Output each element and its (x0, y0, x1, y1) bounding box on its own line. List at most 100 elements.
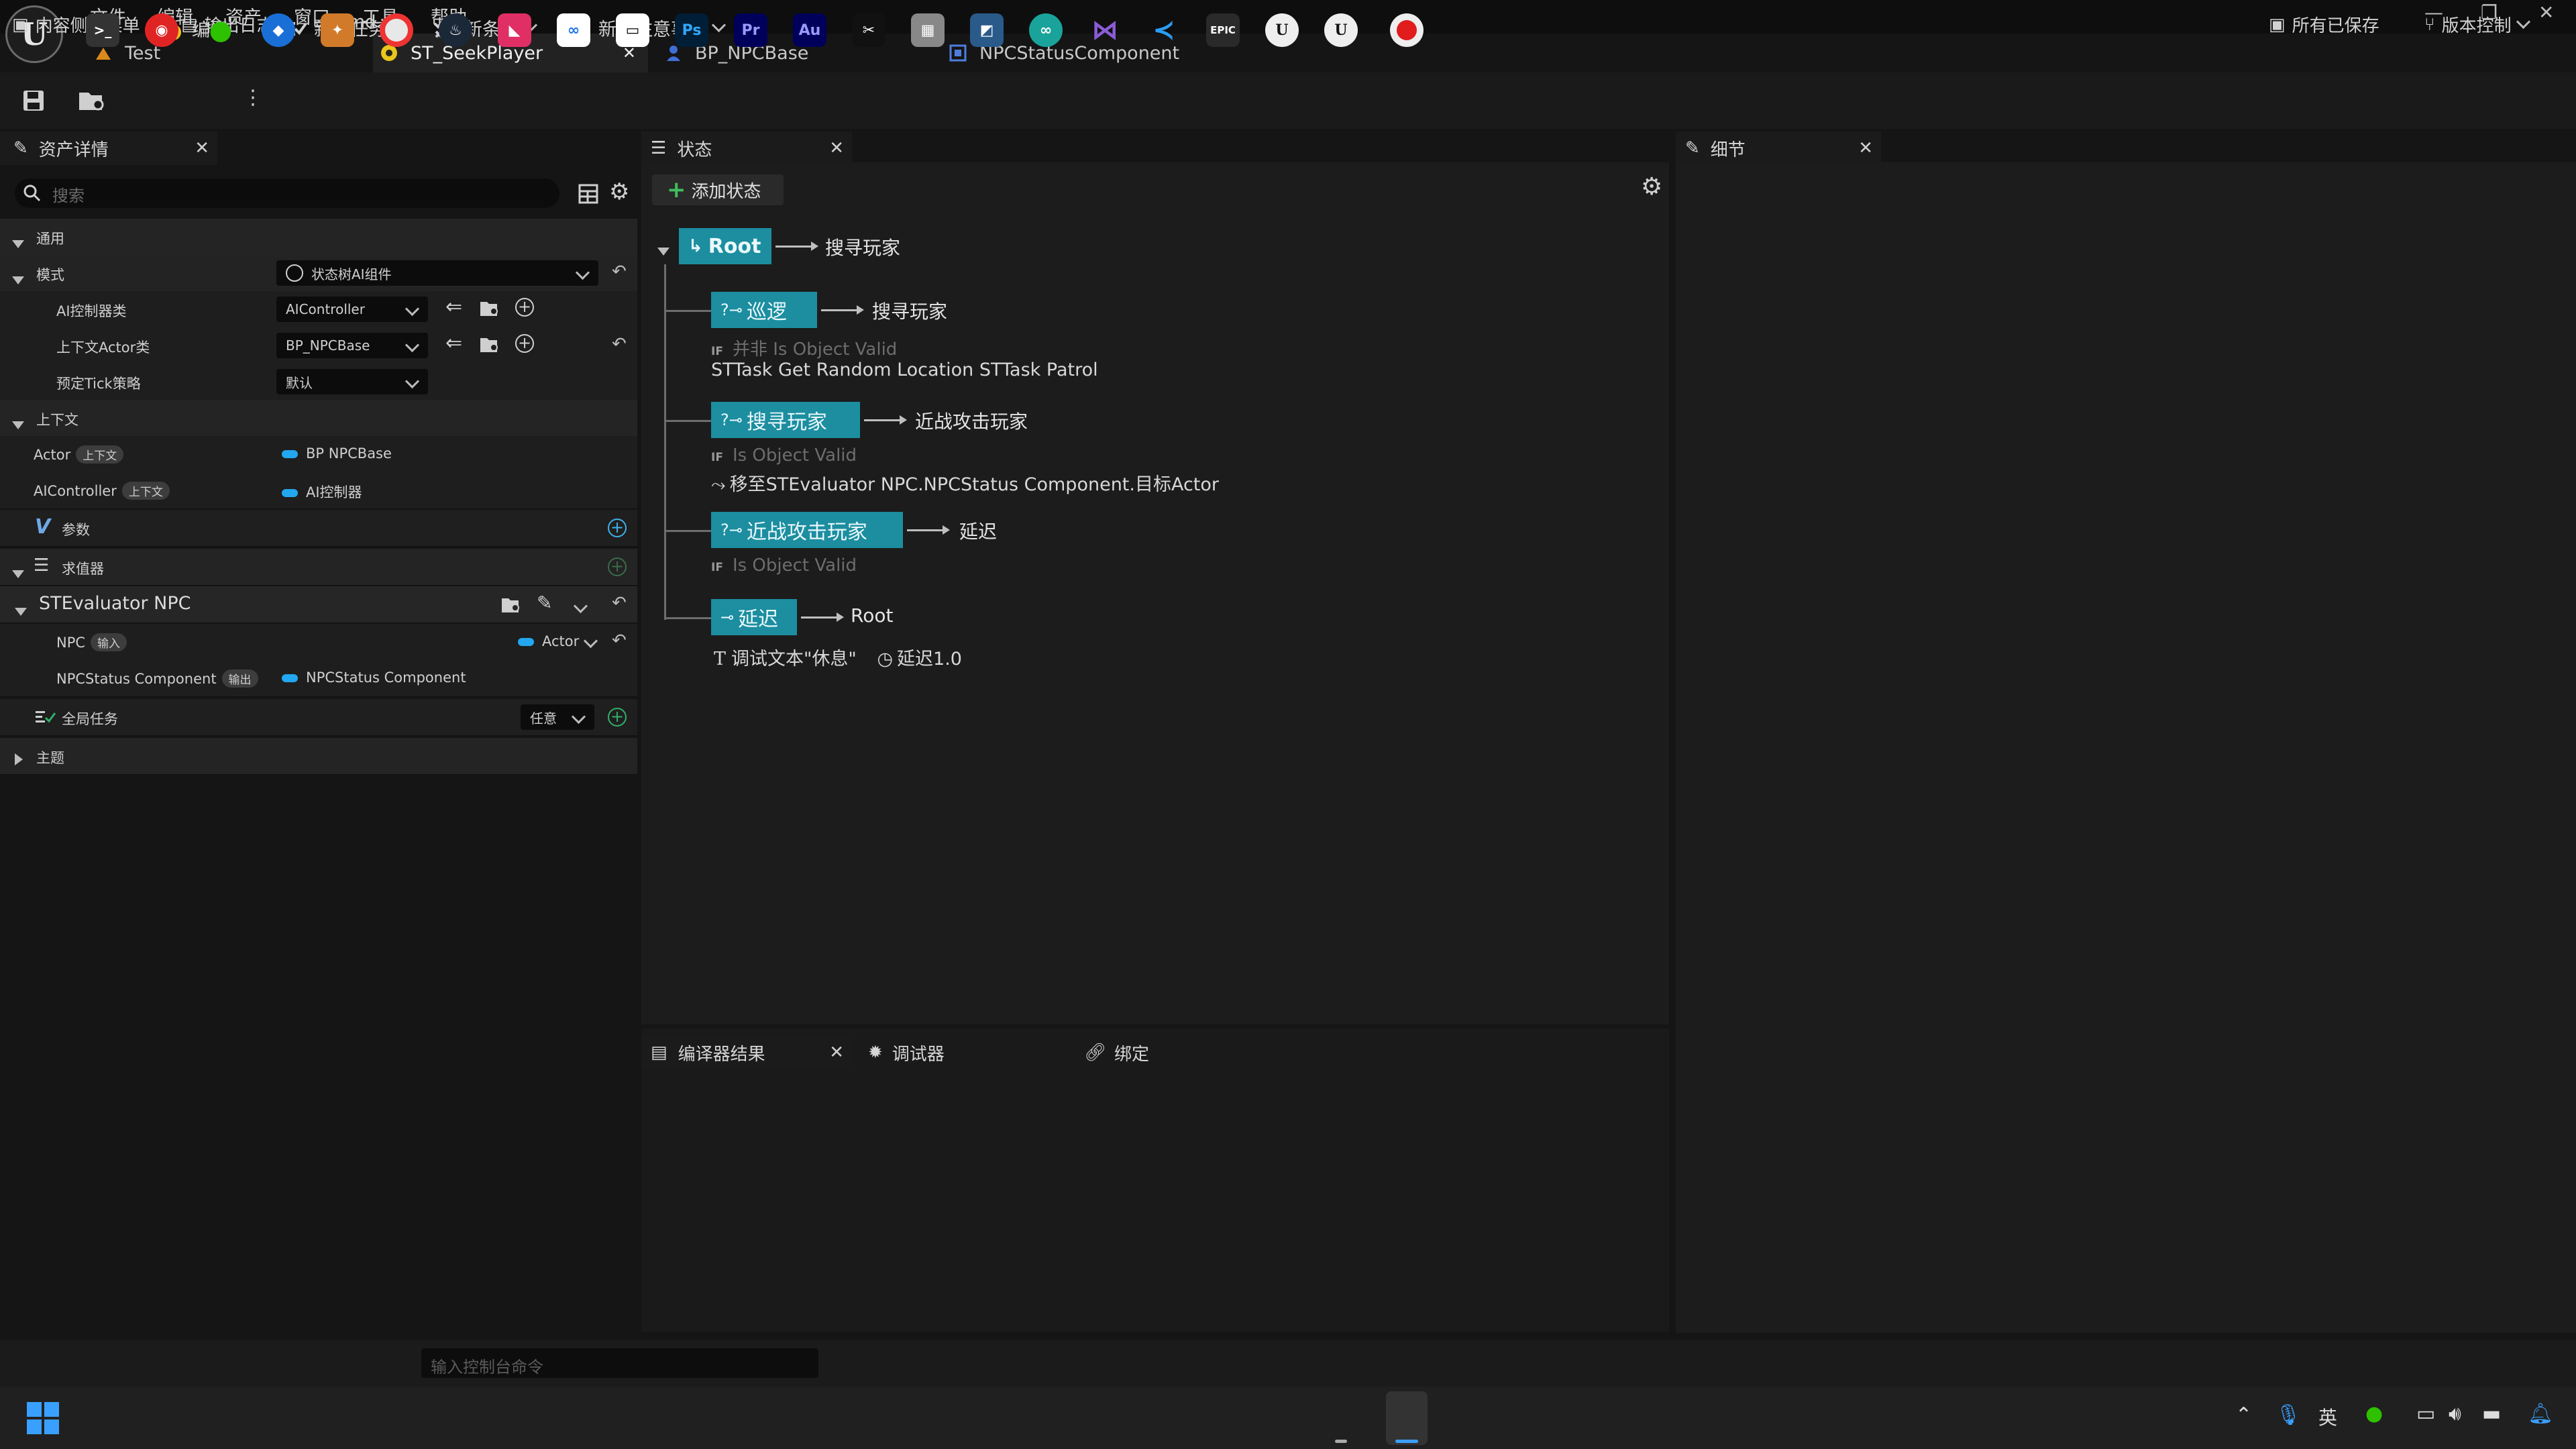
mode-dropdown[interactable]: 状态树AI组件 (276, 260, 598, 286)
add-evaluator-icon[interactable]: + (608, 557, 627, 576)
tray-expand-icon[interactable]: ⌃ (2235, 1403, 2252, 1427)
content-drawer-button[interactable]: ▣ 内容侧滑菜单 (12, 12, 140, 37)
vscode-icon[interactable]: ≺ (1147, 13, 1181, 47)
close-tab-icon[interactable]: ✕ (1858, 138, 1873, 158)
details-tab[interactable]: ✎ 细节 ✕ (1676, 131, 1881, 165)
jetbrains-icon[interactable]: ◣ (498, 13, 531, 47)
category-general[interactable]: 通用 (0, 219, 637, 256)
unreal-editor-icon[interactable]: U (1324, 13, 1358, 47)
visual-studio-icon[interactable]: ⋈ (1088, 13, 1122, 47)
windows-start-icon[interactable] (27, 1402, 59, 1434)
microphone-icon[interactable]: 🎙︎ (2275, 1403, 2301, 1427)
state-node-patrol-label: 巡逻 (746, 301, 787, 324)
audition-icon[interactable]: Au (793, 13, 826, 47)
battery-icon[interactable]: ▬ (2482, 1402, 2501, 1426)
add-parameter-icon[interactable]: + (608, 519, 627, 537)
collapse-root-icon[interactable] (657, 248, 669, 256)
browse-folder-icon[interactable] (500, 596, 522, 614)
add-icon[interactable]: + (515, 298, 534, 317)
context-pill: 上下文 (76, 445, 124, 464)
capcut-icon[interactable]: ✂ (852, 13, 885, 47)
evaluators-row[interactable]: ☰ 求值器 + (0, 549, 637, 586)
state-tab[interactable]: ☰ 状态 ✕ (641, 131, 852, 165)
app-window-icon[interactable]: ▭ (616, 13, 649, 47)
chat-app-icon[interactable]: ◆ (262, 13, 295, 47)
browse-folder-icon[interactable] (479, 335, 500, 354)
add-global-task-icon[interactable]: + (608, 708, 627, 727)
record-icon[interactable] (1390, 13, 1424, 47)
close-tab-icon[interactable]: ✕ (829, 1042, 844, 1063)
wechat-tray-icon[interactable]: ● (2365, 1402, 2383, 1426)
state-node-delay[interactable]: ⊸ 延迟 (711, 599, 797, 635)
netease-music-icon[interactable]: ◉ (145, 13, 178, 47)
media-app-icon[interactable]: ✦ (321, 13, 354, 47)
global-tasks-row[interactable]: 全局任务 任意 + (0, 699, 637, 736)
reset-icon[interactable]: ↶ (612, 262, 627, 282)
reset-icon[interactable]: ↶ (612, 334, 627, 354)
meta-icon[interactable]: ∞ (557, 13, 590, 47)
ai-controller-class-value: AIController (286, 301, 365, 317)
state-node-seek-player[interactable]: ?⊸ 搜寻玩家 (711, 402, 860, 438)
parameters-row[interactable]: V 参数 + (0, 510, 637, 547)
premiere-icon[interactable]: Pr (734, 13, 767, 47)
network-icon[interactable]: ▭ (2416, 1402, 2435, 1426)
add-icon[interactable]: + (515, 334, 534, 353)
terminal-icon[interactable]: >_ (86, 13, 119, 47)
notification-bell-icon[interactable]: 🔔︎ (2528, 1402, 2553, 1426)
calculator-icon[interactable]: ▦ (911, 13, 945, 47)
ime-indicator[interactable]: 英 (2318, 1403, 2337, 1430)
epic-games-icon[interactable]: EPIC (1206, 13, 1240, 47)
settings-gear-icon[interactable]: ⚙ (609, 178, 629, 205)
state-settings-gear-icon[interactable]: ⚙ (1641, 173, 1662, 201)
source-control-button[interactable]: ⑂ 版本控制 (2424, 12, 2530, 37)
all-saved-button[interactable]: ▣ 所有已保存 (2269, 12, 2379, 37)
all-saved-label: 所有已保存 (2292, 16, 2379, 36)
asset-details-tab[interactable]: ✎ 资产详情 ✕ (0, 131, 217, 165)
photoshop-icon[interactable]: Ps (675, 13, 708, 47)
npc-binding-dropdown[interactable]: Actor (518, 633, 598, 649)
ai-controller-class-dropdown[interactable]: AIController (276, 297, 428, 322)
reset-icon[interactable]: ↶ (612, 593, 627, 613)
tab-compiler-results[interactable]: ▤ 编译器结果 ✕ (641, 1036, 852, 1069)
add-state-button[interactable]: + 添加状态 (652, 174, 784, 205)
steam-icon[interactable]: ♨ (439, 13, 472, 47)
compiler-results-label: 编译器结果 (678, 1044, 765, 1065)
use-selected-icon[interactable]: ⇐ (445, 295, 462, 319)
context-actor-class-dropdown[interactable]: BP_NPCBase (276, 333, 428, 358)
category-context[interactable]: 上下文 (0, 400, 637, 437)
save-icon[interactable] (21, 89, 46, 113)
variable-icon: V (35, 515, 51, 539)
state-node-root[interactable]: ↳ Root (679, 228, 771, 264)
close-tab-icon[interactable]: ✕ (195, 138, 209, 158)
console-input[interactable]: 输入控制台命令 (421, 1348, 818, 1378)
state-node-patrol[interactable]: ?⊸ 巡逻 (711, 292, 817, 328)
edit-pencil-icon[interactable]: ✎ (537, 592, 552, 614)
melee-attack-transition-target: 延迟 (959, 521, 998, 543)
debugger-label: 调试器 (892, 1044, 945, 1065)
category-theme[interactable]: 主题 (0, 738, 637, 775)
chrome-icon[interactable] (380, 13, 413, 47)
compile-options-icon[interactable]: ⋮ (243, 86, 263, 109)
wechat-icon[interactable]: ● (204, 13, 237, 47)
expand-chevron-icon[interactable] (573, 598, 588, 614)
search-input[interactable]: 搜索 (15, 178, 559, 208)
use-selected-icon[interactable]: ⇐ (445, 331, 462, 355)
tick-policy-dropdown[interactable]: 默认 (276, 369, 428, 394)
stevaluator-npc-row[interactable]: STEvaluator NPC ✎ ↶ (0, 586, 637, 623)
app-icon[interactable]: ◩ (970, 13, 1004, 47)
tab-bindings[interactable]: 🔗︎ 绑定 (1081, 1036, 1283, 1069)
browse-folder-icon[interactable] (479, 299, 500, 318)
unreal-engine-icon[interactable]: U (1265, 13, 1299, 47)
bug-icon: ✹ (868, 1042, 883, 1063)
browse-icon[interactable] (78, 89, 107, 113)
infinity-app-icon[interactable]: ∞ (1029, 13, 1063, 47)
volume-icon[interactable]: 🔊︎ (2449, 1402, 2461, 1426)
state-node-melee-attack[interactable]: ?⊸ 近战攻击玩家 (711, 512, 903, 548)
close-window-button[interactable]: ✕ (2538, 1, 2554, 23)
tab-debugger[interactable]: ✹ 调试器 (865, 1036, 1067, 1069)
reset-icon[interactable]: ↶ (612, 631, 627, 651)
close-tab-icon[interactable]: ✕ (829, 138, 844, 158)
aicontroller-row: AIController 上下文 AI控制器 (0, 472, 637, 509)
global-tasks-dropdown[interactable]: 任意 (521, 704, 594, 730)
view-options-icon[interactable] (578, 184, 598, 204)
